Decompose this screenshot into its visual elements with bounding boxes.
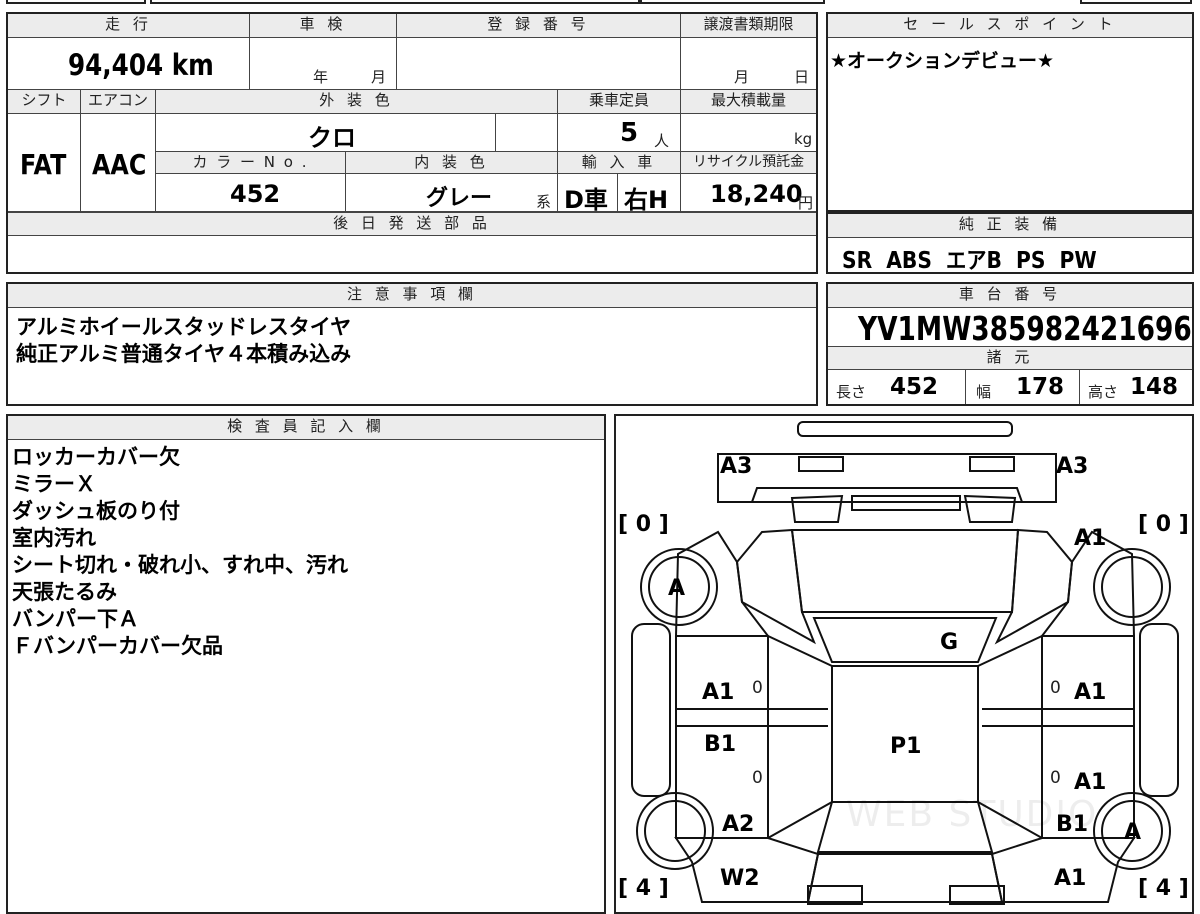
sales-point-box: セ ー ル ス ポ イ ン ト ★オークションデビュー★ — [826, 12, 1194, 212]
chassis-header: 車 台 番 号 — [828, 284, 1192, 308]
mark-left-rear-bottom: W2 — [720, 866, 760, 891]
aircon-header: エアコン — [81, 90, 156, 114]
mark-right-rear-bottom: A1 — [1054, 866, 1087, 891]
inspector-line-1: ロッカーカバー欠 — [12, 445, 180, 469]
transfer-header: 譲渡書類期限 — [681, 14, 816, 38]
aircon-value: AAC — [92, 148, 147, 181]
inspection-month: 月 — [371, 68, 387, 86]
exterior-header: 外 装 色 — [156, 90, 558, 114]
notes-header: 注 意 事 項 欄 — [8, 284, 816, 308]
equipment-header: 純 正 装 備 — [828, 214, 1192, 238]
handle-value: 右H — [624, 186, 669, 214]
equipment-text: SR ABS エアB PS PW — [842, 248, 1097, 274]
chassis-value: YV1MW385982421696 — [858, 309, 1192, 348]
mark-left-front-door-small: 0 — [752, 678, 763, 698]
tread-rear-left-bracket: [ 4 ] — [618, 876, 669, 901]
mark-right-rear-door-small: 0 — [1050, 768, 1061, 788]
mark-roof: P1 — [890, 734, 922, 759]
spec-width-label: 幅 — [976, 383, 992, 401]
recycle-unit: 円 — [798, 194, 814, 212]
chassis-box: 車 台 番 号 YV1MW385982421696 諸 元 長さ 452 幅 1… — [826, 282, 1194, 406]
specs-header: 諸 元 — [828, 346, 1192, 370]
spec-length-value: 452 — [890, 374, 939, 400]
spec-length-label: 長さ — [836, 383, 867, 401]
tread-rear-right: 4 — [1155, 876, 1172, 901]
inspector-line-8: Ｆバンパーカバー欠品 — [12, 634, 224, 658]
inspection-header: 車 検 — [250, 14, 397, 38]
sales-point-header: セ ー ル ス ポ イ ン ト — [828, 14, 1192, 38]
mark-right-front-door-small: 0 — [1050, 678, 1061, 698]
notes-line-2: 純正アルミ普通タイヤ４本積み込み — [16, 342, 352, 366]
mark-right-rear-tire: A — [1124, 820, 1142, 845]
shift-header: シフト — [8, 90, 81, 114]
car-diagram: [ 0 ] [ 0 ] [ 4 ] [ 4 ] A3 A3 A1 A G A1 … — [614, 414, 1194, 914]
registration-cell — [397, 38, 681, 90]
spec-width-value: 178 — [1016, 374, 1065, 400]
mark-left-rear-door: B1 — [704, 732, 737, 757]
interior-value: グレー — [426, 186, 493, 211]
top-stub-3 — [640, 0, 825, 4]
tread-front-left: 0 — [635, 512, 652, 537]
inspector-line-3: ダッシュ板のり付 — [12, 499, 180, 523]
registration-header: 登 録 番 号 — [397, 14, 681, 38]
later-parts-header: 後 日 発 送 部 品 — [8, 212, 816, 236]
shift-value: FAT — [20, 148, 67, 181]
mark-hood: G — [940, 630, 959, 655]
mileage-header: 走 行 — [8, 14, 250, 38]
mark-right-front-door: A1 — [1074, 680, 1107, 705]
tread-front-left-bracket: [ 0 ] — [618, 512, 669, 537]
watermark: WEB STUDIO — [846, 794, 1099, 835]
import-value: D車 — [564, 186, 608, 214]
interior-suffix: 系 — [536, 193, 552, 211]
inspector-line-2: ミラーＸ — [12, 472, 96, 496]
mark-front-left: A3 — [720, 454, 753, 479]
mark-left-rear-fender: A2 — [722, 812, 755, 837]
inspector-line-7: バンパー下Ａ — [12, 607, 140, 631]
maxload-unit: kg — [794, 130, 813, 148]
tread-rear-left: 4 — [635, 876, 652, 901]
exterior-value: クロ — [308, 124, 356, 152]
mileage-value: 94,404 km — [68, 48, 214, 82]
inspector-line-6: 天張たるみ — [12, 580, 117, 604]
inspector-line-5: シート切れ・破れ小、すれ中、汚れ — [12, 553, 348, 577]
sales-point-text: ★オークションデビュー★ — [830, 50, 1055, 72]
inspection-year: 年 — [313, 68, 329, 86]
interior-header: 内 装 色 — [346, 152, 558, 174]
color-no-header: カ ラ ー N o . — [156, 152, 346, 174]
recycle-value: 18,240 — [710, 180, 803, 208]
inspector-box: 検 査 員 記 入 欄 ロッカーカバー欠 ミラーＸ ダッシュ板のり付 室内汚れ … — [6, 414, 606, 914]
mark-left-rear-door-small: 0 — [752, 768, 763, 788]
import-header: 輸 入 車 — [558, 152, 681, 174]
capacity-header: 乗車定員 — [558, 90, 681, 114]
top-stub-2 — [150, 0, 640, 4]
capacity-value: 5 — [620, 118, 639, 148]
top-stub-1 — [6, 0, 146, 4]
summary-table: 走 行 車 検 登 録 番 号 譲渡書類期限 94,404 km 年 月 月 日… — [6, 12, 818, 274]
mark-left-front-tire: A — [668, 576, 686, 601]
tread-front-right-bracket: [ 0 ] — [1138, 512, 1189, 537]
exterior-extra-cell — [496, 114, 558, 152]
inspector-header: 検 査 員 記 入 欄 — [8, 416, 604, 440]
color-no-value: 452 — [230, 180, 281, 208]
maxload-header: 最大積載量 — [681, 90, 816, 114]
tread-front-right: 0 — [1155, 512, 1172, 537]
tread-rear-right-bracket: [ 4 ] — [1138, 876, 1189, 901]
transfer-month: 月 — [734, 68, 750, 86]
spec-height-label: 高さ — [1088, 383, 1119, 401]
top-stub-4 — [1080, 0, 1192, 4]
mark-right-front-fender: A1 — [1074, 526, 1107, 551]
recycle-header: リサイクル預託金 — [681, 152, 816, 174]
capacity-unit: 人 — [654, 132, 670, 150]
mark-right-rear-door: A1 — [1074, 770, 1107, 795]
car-outline-drawing — [631, 421, 1179, 905]
equipment-box: 純 正 装 備 SR ABS エアB PS PW — [826, 212, 1194, 274]
mark-front-right: A3 — [1056, 454, 1089, 479]
spec-height-value: 148 — [1130, 374, 1179, 400]
transfer-day: 日 — [794, 68, 810, 86]
notes-line-1: アルミホイールスタッドレスタイヤ — [16, 315, 352, 339]
inspector-line-4: 室内汚れ — [12, 526, 96, 550]
notes-box: 注 意 事 項 欄 アルミホイールスタッドレスタイヤ 純正アルミ普通タイヤ４本積… — [6, 282, 818, 406]
mark-left-front-door: A1 — [702, 680, 735, 705]
